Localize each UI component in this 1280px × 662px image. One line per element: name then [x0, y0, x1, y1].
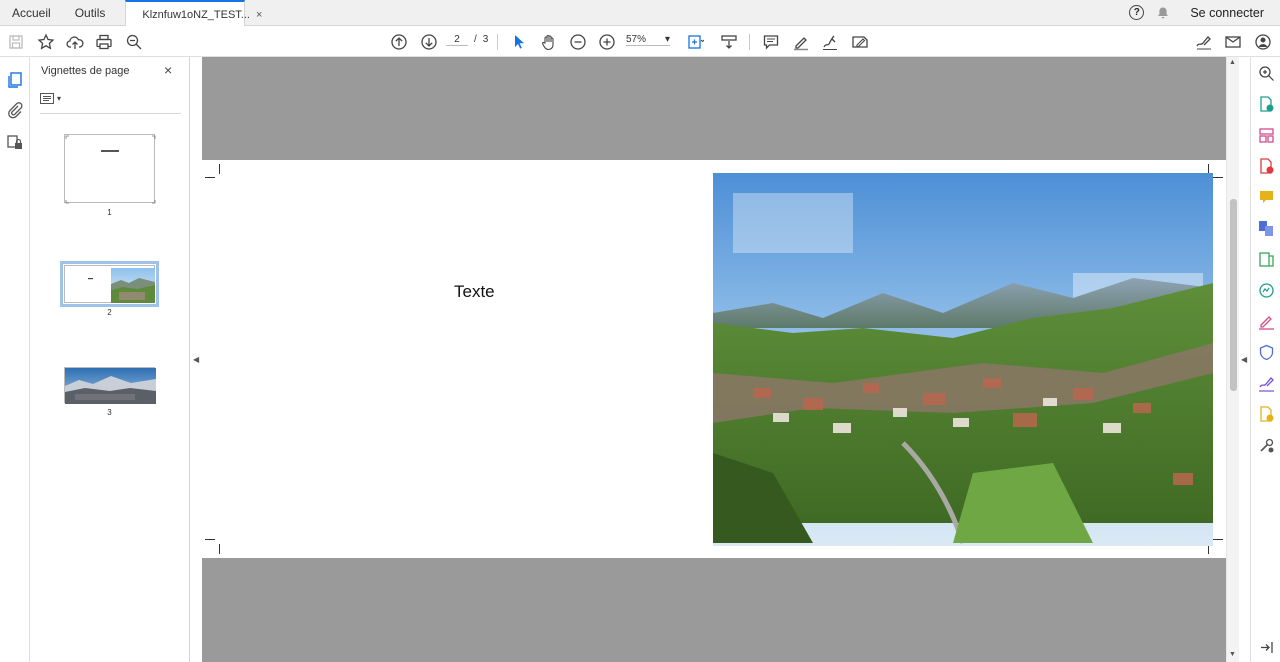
thumbnail-number: 3 [107, 408, 112, 417]
total-pages: 3 [482, 34, 489, 45]
current-page-input[interactable]: 2 [446, 34, 468, 46]
tab-home[interactable]: Accueil [0, 0, 63, 25]
crop-mark [219, 544, 220, 554]
page-separator: / [474, 34, 477, 45]
combine-icon[interactable] [1258, 220, 1275, 237]
fill-sign-tool-icon[interactable] [1258, 313, 1275, 330]
tab-document-label: Klznfuw1oNZ_TEST... [142, 8, 250, 21]
select-arrow-icon[interactable] [508, 31, 530, 53]
chevron-down-icon: ▾ [664, 34, 670, 45]
highlight-pen-icon[interactable] [790, 31, 812, 53]
more-tools-icon[interactable] [1258, 437, 1275, 454]
tab-home-label: Accueil [12, 5, 51, 20]
bookmark-star-icon[interactable] [35, 31, 57, 53]
fill-sign-icon[interactable] [849, 31, 871, 53]
collapse-panel-icon[interactable]: ◀ [193, 355, 199, 364]
zoom-level-select[interactable]: 57% ▾ [626, 34, 670, 46]
tab-tools[interactable]: Outils [63, 0, 118, 25]
create-pdf-icon[interactable] [1258, 158, 1275, 175]
thumbnail-number: 2 [107, 308, 112, 317]
export-pdf-icon[interactable] [1258, 96, 1275, 113]
crop-mark [205, 539, 215, 540]
list-options-icon [40, 93, 54, 104]
scroll-up-icon[interactable]: ▲ [1229, 59, 1236, 66]
page-thumbnail-1[interactable] [64, 134, 156, 204]
bell-icon[interactable] [1156, 6, 1170, 20]
thumbnail-panel-title: Vignettes de page [41, 65, 130, 77]
help-icon[interactable]: ? [1129, 5, 1145, 20]
thumbnail-options-button[interactable]: ▾ [40, 93, 61, 104]
pdf-page: Texte [202, 160, 1226, 558]
page-2-preview [88, 268, 155, 303]
scroll-down-icon[interactable]: ▼ [1229, 651, 1236, 658]
crop-mark [1213, 177, 1223, 178]
scrollbar-thumb[interactable] [1230, 199, 1237, 391]
send-for-review-icon[interactable] [1258, 406, 1275, 423]
scan-icon[interactable] [1258, 282, 1275, 299]
page-thumbnail-3[interactable] [64, 367, 156, 404]
tab-tools-label: Outils [74, 5, 106, 20]
signin-link[interactable]: Se connecter [1190, 6, 1264, 20]
toolbar-divider [749, 34, 750, 50]
expand-tools-icon[interactable]: ◀ [1241, 355, 1247, 364]
zoom-level-value: 57% [626, 34, 647, 45]
hand-icon[interactable] [538, 31, 560, 53]
upload-cloud-icon[interactable] [64, 31, 86, 53]
left-navigation-rail [0, 57, 30, 662]
sign-tool-icon[interactable] [1258, 375, 1275, 392]
toolbar-divider [497, 34, 498, 50]
main-toolbar: 2 / 3 57% ▾ [0, 26, 1280, 57]
close-tab-button[interactable]: × [256, 9, 262, 21]
document-canvas[interactable]: Texte [202, 57, 1226, 662]
crop-mark [205, 177, 215, 178]
tab-document[interactable]: Klznfuw1oNZ_TEST... × [125, 0, 262, 27]
zoom-out-search-icon[interactable] [123, 31, 145, 53]
right-tools-rail [1250, 57, 1280, 662]
sign-icon[interactable] [1193, 31, 1215, 53]
page-thumbnails-icon[interactable] [6, 71, 24, 89]
page-1-preview [65, 135, 156, 204]
comment-tool-icon[interactable] [1258, 189, 1275, 206]
page-thumbnail-2[interactable] [60, 261, 159, 307]
crop-mark [219, 164, 220, 174]
chevron-down-icon: ▾ [57, 94, 62, 103]
edit-pdf-icon[interactable] [1258, 251, 1275, 268]
fit-page-icon[interactable] [684, 31, 706, 53]
previous-page-icon[interactable] [388, 31, 410, 53]
thumbnail-panel: Vignettes de page × ▾ 1 2 3 [30, 57, 190, 662]
scroll-mode-icon[interactable] [718, 31, 740, 53]
comment-icon[interactable] [760, 31, 782, 53]
print-icon[interactable] [93, 31, 115, 53]
attachment-icon[interactable] [6, 101, 24, 119]
close-icon[interactable]: × [164, 62, 172, 78]
page-text: Texte [454, 282, 495, 301]
landscape-photo [713, 173, 1213, 546]
divider [40, 113, 181, 114]
draw-icon[interactable] [819, 31, 841, 53]
zoom-in-icon[interactable] [596, 31, 618, 53]
thumbnail-number: 1 [107, 208, 112, 217]
save-icon[interactable] [5, 31, 27, 53]
vertical-scrollbar[interactable]: ▲ ▼ [1226, 57, 1239, 662]
tab-bar: Accueil Outils Klznfuw1oNZ_TEST... × ? S… [0, 0, 1280, 27]
layers-lock-icon[interactable] [6, 133, 24, 151]
organize-pages-icon[interactable] [1258, 127, 1275, 144]
search-icon[interactable] [1258, 65, 1275, 82]
page-navigator: 2 / 3 [446, 34, 488, 46]
collapse-panel-right-icon[interactable] [1258, 639, 1275, 656]
next-page-icon[interactable] [418, 31, 440, 53]
crop-mark [1213, 539, 1223, 540]
zoom-out-icon[interactable] [567, 31, 589, 53]
account-icon[interactable] [1252, 31, 1274, 53]
page-3-preview [65, 368, 156, 404]
protect-icon[interactable] [1258, 344, 1275, 361]
email-icon[interactable] [1222, 31, 1244, 53]
